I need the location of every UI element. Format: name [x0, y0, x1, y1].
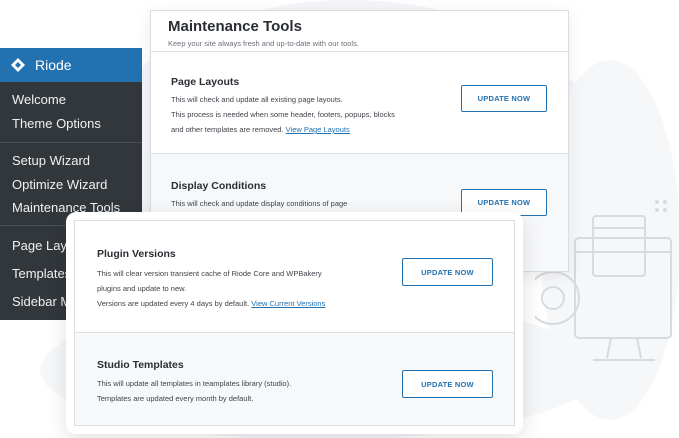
sidebar-divider [0, 142, 142, 143]
plugin-tools-card: Plugin Versions This will clear version … [66, 212, 523, 434]
plugin-versions-section: Plugin Versions This will clear version … [75, 221, 514, 332]
sidebar-item-welcome[interactable]: Welcome [0, 88, 142, 112]
description-line: This will check and update all existing … [171, 95, 343, 104]
studio-templates-section: Studio Templates This will update all te… [75, 332, 514, 425]
page-layouts-section: Page Layouts This will check and update … [151, 51, 568, 153]
sidebar-item-setup-wizard[interactable]: Setup Wizard [0, 149, 142, 173]
view-page-layouts-link[interactable]: View Page Layouts [286, 125, 350, 134]
description-line: This will update all templates in teampl… [97, 379, 292, 388]
description-line: Versions are updated every 4 days by def… [97, 296, 407, 311]
section-description: This will check and update all existing … [171, 92, 461, 137]
view-current-versions-link[interactable]: View Current Versions [251, 299, 325, 308]
description-text: and other templates are removed. [171, 125, 284, 134]
section-description: This will check and update display condi… [171, 196, 461, 211]
section-title: Studio Templates [97, 359, 184, 371]
sidebar-item-optimize-wizard[interactable]: Optimize Wizard [0, 173, 142, 197]
description-line: This process is needed when some header,… [171, 110, 395, 119]
section-description: This will update all templates in teampl… [97, 376, 407, 406]
update-studio-templates-button[interactable]: UPDATE NOW [402, 370, 493, 398]
description-line: This will check and update display condi… [171, 199, 348, 208]
plugin-tools-panel: Plugin Versions This will clear version … [74, 220, 515, 426]
sidebar-brand[interactable]: Riode [0, 48, 142, 82]
section-title: Page Layouts [171, 76, 240, 88]
brand-name: Riode [35, 57, 72, 73]
description-line: plugins and update to new. [97, 284, 187, 293]
riode-logo-icon [11, 58, 25, 72]
description-line: Templates are updated every month by def… [97, 394, 254, 403]
page-title: Maintenance Tools [168, 18, 302, 35]
section-title: Display Conditions [171, 180, 267, 192]
description-text: Versions are updated every 4 days by def… [97, 299, 250, 308]
page-subtitle: Keep your site always fresh and up-to-da… [168, 39, 359, 48]
sidebar-item-theme-options[interactable]: Theme Options [0, 112, 142, 136]
panel-header: Maintenance Tools Keep your site always … [151, 11, 568, 51]
update-page-layouts-button[interactable]: UPDATE NOW [461, 85, 547, 112]
section-title: Plugin Versions [97, 248, 176, 260]
description-line: and other templates are removed. View Pa… [171, 122, 461, 137]
update-plugin-versions-button[interactable]: UPDATE NOW [402, 258, 493, 286]
description-line: This will clear version transient cache … [97, 269, 322, 278]
section-description: This will clear version transient cache … [97, 266, 407, 311]
